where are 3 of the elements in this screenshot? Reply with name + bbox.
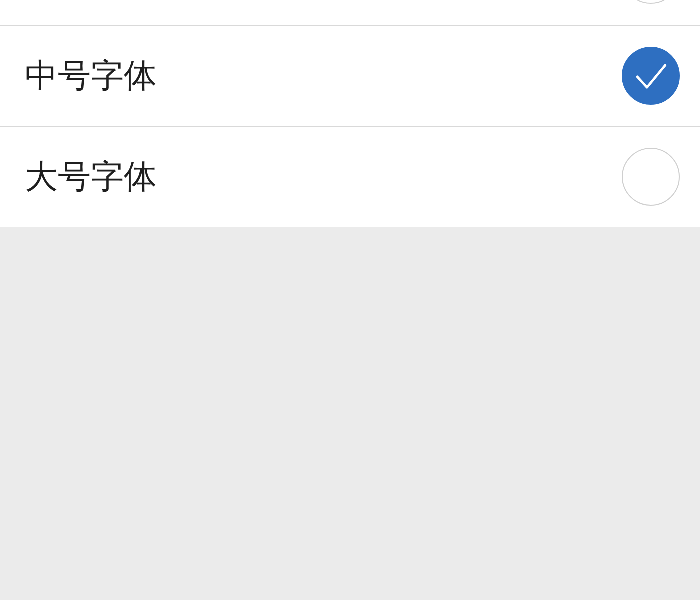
check-icon <box>636 64 667 89</box>
option-label: 大号字体 <box>25 156 157 198</box>
option-label: 中号字体 <box>25 54 157 96</box>
